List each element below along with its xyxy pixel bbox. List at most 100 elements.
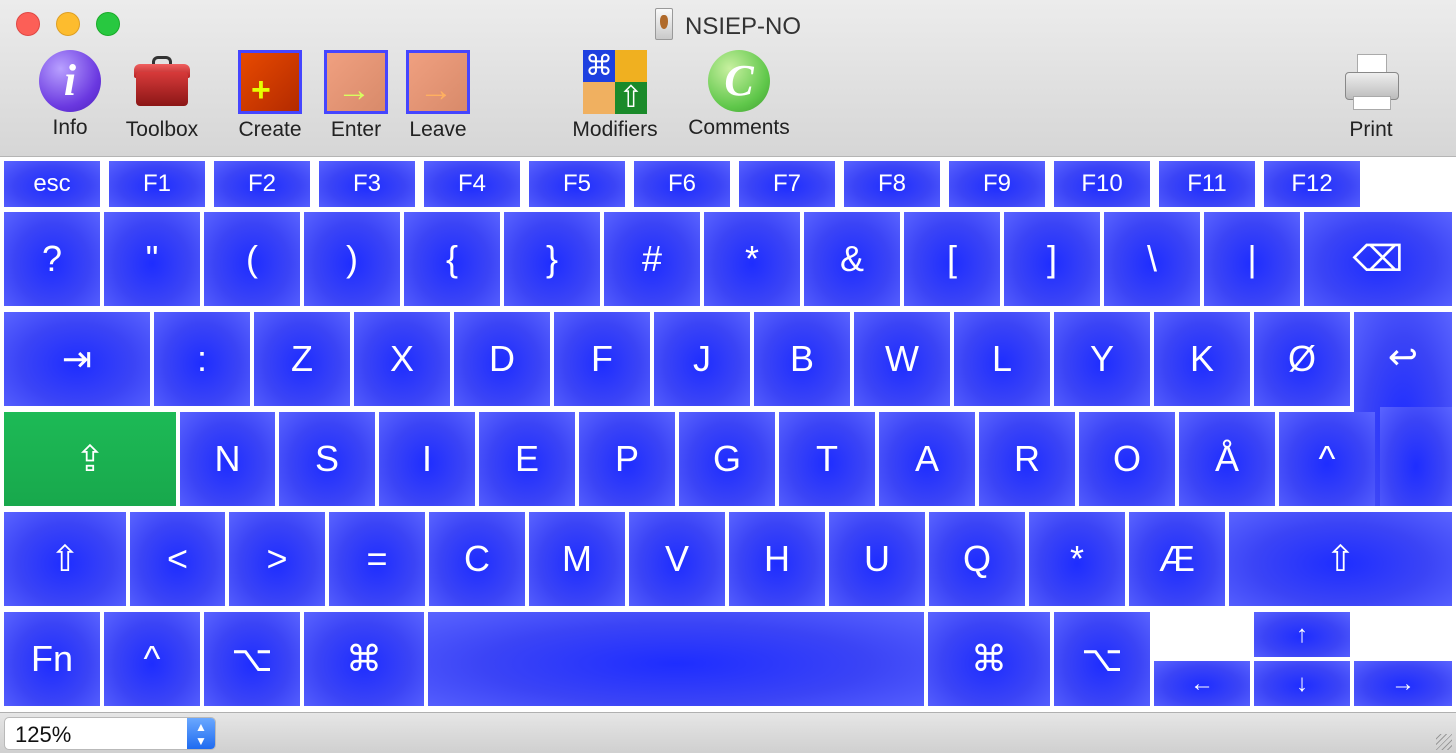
key-less-than[interactable]: < <box>130 512 225 606</box>
key-bracket-right[interactable]: ] <box>1004 212 1100 306</box>
key-b[interactable]: B <box>754 312 850 406</box>
key-brace-right[interactable]: } <box>504 212 600 306</box>
key-f6[interactable]: F6 <box>634 161 730 207</box>
comments-label: Comments <box>688 116 790 139</box>
key-quote[interactable]: " <box>104 212 200 306</box>
comments-button[interactable]: C Comments <box>676 50 802 140</box>
key-bracket-left[interactable]: [ <box>904 212 1000 306</box>
key-esc[interactable]: esc <box>4 161 100 207</box>
key-g[interactable]: G <box>679 412 775 506</box>
key-shift-right[interactable]: ⇧ <box>1229 512 1452 606</box>
modifiers-button[interactable]: ⌘ ⇧ Modifiers <box>560 50 670 142</box>
modifiers-icon: ⌘ ⇧ <box>583 50 647 114</box>
key-s[interactable]: S <box>279 412 375 506</box>
key-asterisk[interactable]: * <box>704 212 800 306</box>
leave-state-icon: → <box>406 50 470 114</box>
printer-icon <box>1339 50 1403 114</box>
key-z[interactable]: Z <box>254 312 350 406</box>
key-f11[interactable]: F11 <box>1159 161 1255 207</box>
key-command-right[interactable]: ⌘ <box>928 612 1050 706</box>
key-backslash[interactable]: \ <box>1104 212 1200 306</box>
key-equals[interactable]: = <box>329 512 425 606</box>
key-f3[interactable]: F3 <box>319 161 415 207</box>
key-space[interactable] <box>428 612 924 706</box>
key-ae[interactable]: Æ <box>1129 512 1225 606</box>
key-x[interactable]: X <box>354 312 450 406</box>
key-option-left[interactable]: ⌥ <box>204 612 300 706</box>
key-control[interactable]: ^ <box>104 612 200 706</box>
enter-state-button[interactable]: → Enter <box>316 50 396 142</box>
key-arrow-right[interactable]: → <box>1354 661 1452 706</box>
key-option-right[interactable]: ⌥ <box>1054 612 1150 706</box>
modifiers-label: Modifiers <box>572 118 658 141</box>
key-hash[interactable]: # <box>604 212 700 306</box>
zoom-stepper-icon[interactable]: ▲ ▼ <box>187 718 215 749</box>
key-r[interactable]: R <box>979 412 1075 506</box>
resize-grip-icon[interactable] <box>1436 734 1452 750</box>
key-f1[interactable]: F1 <box>109 161 205 207</box>
key-command-left[interactable]: ⌘ <box>304 612 424 706</box>
key-arrow-left[interactable]: ← <box>1154 661 1250 706</box>
print-button[interactable]: Print <box>1328 50 1414 142</box>
key-p[interactable]: P <box>579 412 675 506</box>
key-asterisk-2[interactable]: * <box>1029 512 1125 606</box>
key-caps-lock[interactable]: ⇪ <box>4 412 176 506</box>
window-title: NSIEP-NO <box>0 8 1456 41</box>
key-m[interactable]: M <box>529 512 625 606</box>
key-w[interactable]: W <box>854 312 950 406</box>
key-f12[interactable]: F12 <box>1264 161 1360 207</box>
key-arrow-up[interactable]: ↑ <box>1254 612 1350 657</box>
key-i[interactable]: I <box>379 412 475 506</box>
key-o[interactable]: O <box>1079 412 1175 506</box>
key-o-slash[interactable]: Ø <box>1254 312 1350 406</box>
key-l[interactable]: L <box>954 312 1050 406</box>
key-f5[interactable]: F5 <box>529 161 625 207</box>
key-f[interactable]: F <box>554 312 650 406</box>
leave-state-button[interactable]: → Leave <box>396 50 480 142</box>
key-e[interactable]: E <box>479 412 575 506</box>
key-n[interactable]: N <box>180 412 275 506</box>
key-paren-left[interactable]: ( <box>204 212 300 306</box>
key-arrow-down[interactable]: ↓ <box>1254 661 1350 706</box>
key-f2[interactable]: F2 <box>214 161 310 207</box>
key-f7[interactable]: F7 <box>739 161 835 207</box>
info-button[interactable]: i Info <box>28 50 112 140</box>
info-icon: i <box>39 50 101 112</box>
key-v[interactable]: V <box>629 512 725 606</box>
zoom-select[interactable]: 125% ▲ ▼ <box>4 717 216 750</box>
create-state-icon: + <box>238 50 302 114</box>
key-h[interactable]: H <box>729 512 825 606</box>
document-proxy-icon[interactable] <box>654 8 673 40</box>
key-question[interactable]: ? <box>4 212 100 306</box>
key-fn[interactable]: Fn <box>4 612 100 706</box>
key-a-ring[interactable]: Å <box>1179 412 1275 506</box>
key-greater-than[interactable]: > <box>229 512 325 606</box>
key-c[interactable]: C <box>429 512 525 606</box>
enter-label: Enter <box>330 118 382 141</box>
key-caret[interactable]: ^ <box>1279 412 1375 506</box>
keyboard-layout-window: NSIEP-NO i Info Toolbox + Create → Enter… <box>0 0 1456 753</box>
key-return-lower[interactable] <box>1380 407 1452 506</box>
key-f4[interactable]: F4 <box>424 161 520 207</box>
key-delete[interactable]: ⌫ <box>1304 212 1452 306</box>
key-u[interactable]: U <box>829 512 925 606</box>
key-d[interactable]: D <box>454 312 550 406</box>
key-tab[interactable]: ⇥ <box>4 312 150 406</box>
key-t[interactable]: T <box>779 412 875 506</box>
key-j[interactable]: J <box>654 312 750 406</box>
key-f9[interactable]: F9 <box>949 161 1045 207</box>
key-q[interactable]: Q <box>929 512 1025 606</box>
key-brace-left[interactable]: { <box>404 212 500 306</box>
key-a[interactable]: A <box>879 412 975 506</box>
key-colon[interactable]: : <box>154 312 250 406</box>
key-pipe[interactable]: | <box>1204 212 1300 306</box>
key-k[interactable]: K <box>1154 312 1250 406</box>
key-ampersand[interactable]: & <box>804 212 900 306</box>
toolbox-button[interactable]: Toolbox <box>116 50 208 142</box>
key-shift-left[interactable]: ⇧ <box>4 512 126 606</box>
create-state-button[interactable]: + Create <box>226 50 314 142</box>
key-y[interactable]: Y <box>1054 312 1150 406</box>
key-f10[interactable]: F10 <box>1054 161 1150 207</box>
key-paren-right[interactable]: ) <box>304 212 400 306</box>
key-f8[interactable]: F8 <box>844 161 940 207</box>
